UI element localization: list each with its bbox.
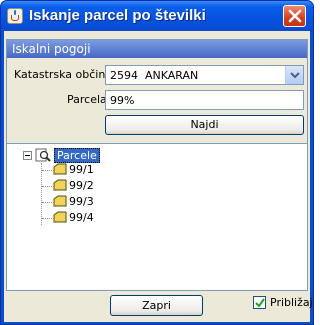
- window-title: Iskanje parcel po številki: [29, 7, 206, 24]
- close-icon: [288, 9, 302, 23]
- chevron-down-icon: [290, 72, 300, 79]
- cadastral-value: 2594 ANKARAN: [110, 69, 199, 82]
- zoom-checkbox-label[interactable]: Približaj: [270, 296, 313, 309]
- parcel-label: Parcela: [67, 93, 107, 106]
- zoom-checkbox[interactable]: [253, 296, 266, 309]
- tree-item[interactable]: 99/2: [53, 178, 173, 194]
- search-folder-icon: [35, 148, 51, 162]
- parcel-icon: [53, 163, 67, 175]
- close-button[interactable]: [283, 5, 306, 27]
- dialog-content: Iskalni pogoji Katastrska občina 2594 AN…: [4, 31, 313, 322]
- close-dialog-button[interactable]: Zapri: [110, 295, 203, 316]
- collapse-toggle-icon[interactable]: [23, 151, 32, 160]
- parcel-icon: [53, 195, 67, 207]
- tree-item-label: 99/2: [69, 179, 94, 192]
- search-button[interactable]: Najdi: [105, 115, 304, 135]
- tree-root-label[interactable]: Parcele: [54, 148, 100, 163]
- dialog-window: Iskanje parcel po številki Iskalni pogoj…: [0, 0, 314, 325]
- tree-item-label: 99/1: [69, 163, 94, 176]
- parcel-input[interactable]: [105, 90, 304, 110]
- tree-item[interactable]: 99/3: [53, 194, 173, 210]
- cadastral-label: Katastrska občina: [14, 68, 113, 81]
- dropdown-button[interactable]: [285, 66, 303, 84]
- java-cup-icon: [7, 8, 23, 24]
- tree-item-label: 99/4: [69, 211, 94, 224]
- parcel-icon: [53, 211, 67, 223]
- tree-item[interactable]: 99/4: [53, 210, 173, 226]
- parcel-icon: [53, 179, 67, 191]
- tree-item-label: 99/3: [69, 195, 94, 208]
- title-bar[interactable]: Iskanje parcel po številki: [1, 1, 313, 31]
- tree-item[interactable]: 99/1: [53, 162, 173, 178]
- panel-header: Iskalni pogoji: [7, 40, 307, 58]
- cadastral-combo[interactable]: 2594 ANKARAN: [105, 65, 304, 85]
- results-tree[interactable]: Parcele 99/1 99/2 99/3 99/4: [6, 143, 308, 291]
- checkmark-icon: [255, 298, 265, 308]
